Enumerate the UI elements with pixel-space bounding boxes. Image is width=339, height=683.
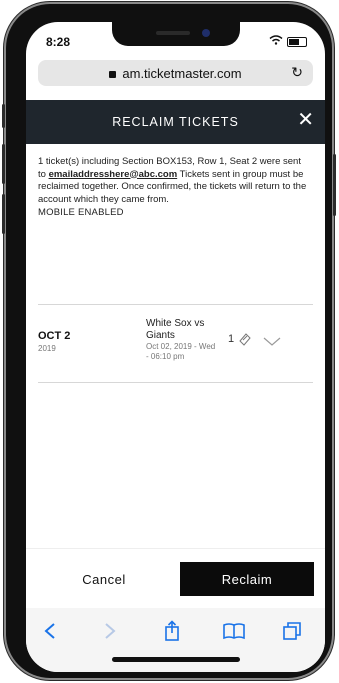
url-bar[interactable]: am.ticketmaster.com ↻ xyxy=(38,60,313,86)
recipient-email-link[interactable]: emailaddresshere@abc.com xyxy=(49,169,178,180)
tabs-icon[interactable] xyxy=(278,618,306,644)
chevron-down-icon[interactable] xyxy=(263,334,281,352)
wifi-icon xyxy=(269,35,283,48)
divider-top xyxy=(38,304,313,305)
url-text: am.ticketmaster.com xyxy=(122,65,242,81)
event-title: White Sox vs Giants xyxy=(146,318,205,341)
modal-header: RECLAIM TICKETS ✕ xyxy=(26,100,325,144)
phone-volume-down xyxy=(2,194,5,234)
phone-side-button xyxy=(2,104,5,128)
browser-toolbar xyxy=(26,608,325,672)
phone-frame: 8:28 am.ticketmaster.com ↻ RECLAIM TICKE… xyxy=(2,4,336,678)
ticket-count-value: 1 xyxy=(228,333,235,345)
back-icon[interactable] xyxy=(36,618,64,644)
speaker xyxy=(156,31,190,35)
reclaim-button[interactable]: Reclaim xyxy=(180,562,314,596)
phone-volume-up xyxy=(2,144,5,184)
event-datetime: Oct 02, 2019 - Wed - 06:10 pm xyxy=(146,342,216,361)
close-icon[interactable]: ✕ xyxy=(297,110,315,130)
reload-icon[interactable]: ↻ xyxy=(291,64,303,81)
ticket-date: OCT 2 xyxy=(38,330,71,342)
forward-icon[interactable] xyxy=(96,618,124,644)
bookmarks-icon[interactable] xyxy=(220,618,248,644)
lock-icon xyxy=(109,70,117,78)
cancel-button[interactable]: Cancel xyxy=(38,562,170,596)
battery-icon xyxy=(287,36,307,47)
phone-screen: 8:28 am.ticketmaster.com ↻ RECLAIM TICKE… xyxy=(26,22,325,672)
camera xyxy=(202,29,210,37)
ticket-year: 2019 xyxy=(38,344,56,353)
mobile-enabled-label: MOBILE ENABLED xyxy=(38,207,124,218)
status-time: 8:28 xyxy=(46,35,71,49)
phone-power-button xyxy=(333,154,336,216)
notch xyxy=(112,22,240,46)
home-indicator xyxy=(112,657,240,662)
reclaim-message: 1 ticket(s) including Section BOX153, Ro… xyxy=(38,156,310,206)
divider-bottom xyxy=(38,382,313,383)
modal-title: RECLAIM TICKETS xyxy=(112,115,239,129)
ticket-count: 1 xyxy=(228,332,253,346)
footer-separator xyxy=(26,548,325,549)
modal-body: 1 ticket(s) including Section BOX153, Ro… xyxy=(38,156,310,218)
ticket-icon xyxy=(237,332,253,346)
status-icons xyxy=(269,35,307,48)
ticket-row: OCT 2 2019 White Sox vs Giants Oct 02, 2… xyxy=(38,318,313,378)
share-icon[interactable] xyxy=(158,618,186,644)
